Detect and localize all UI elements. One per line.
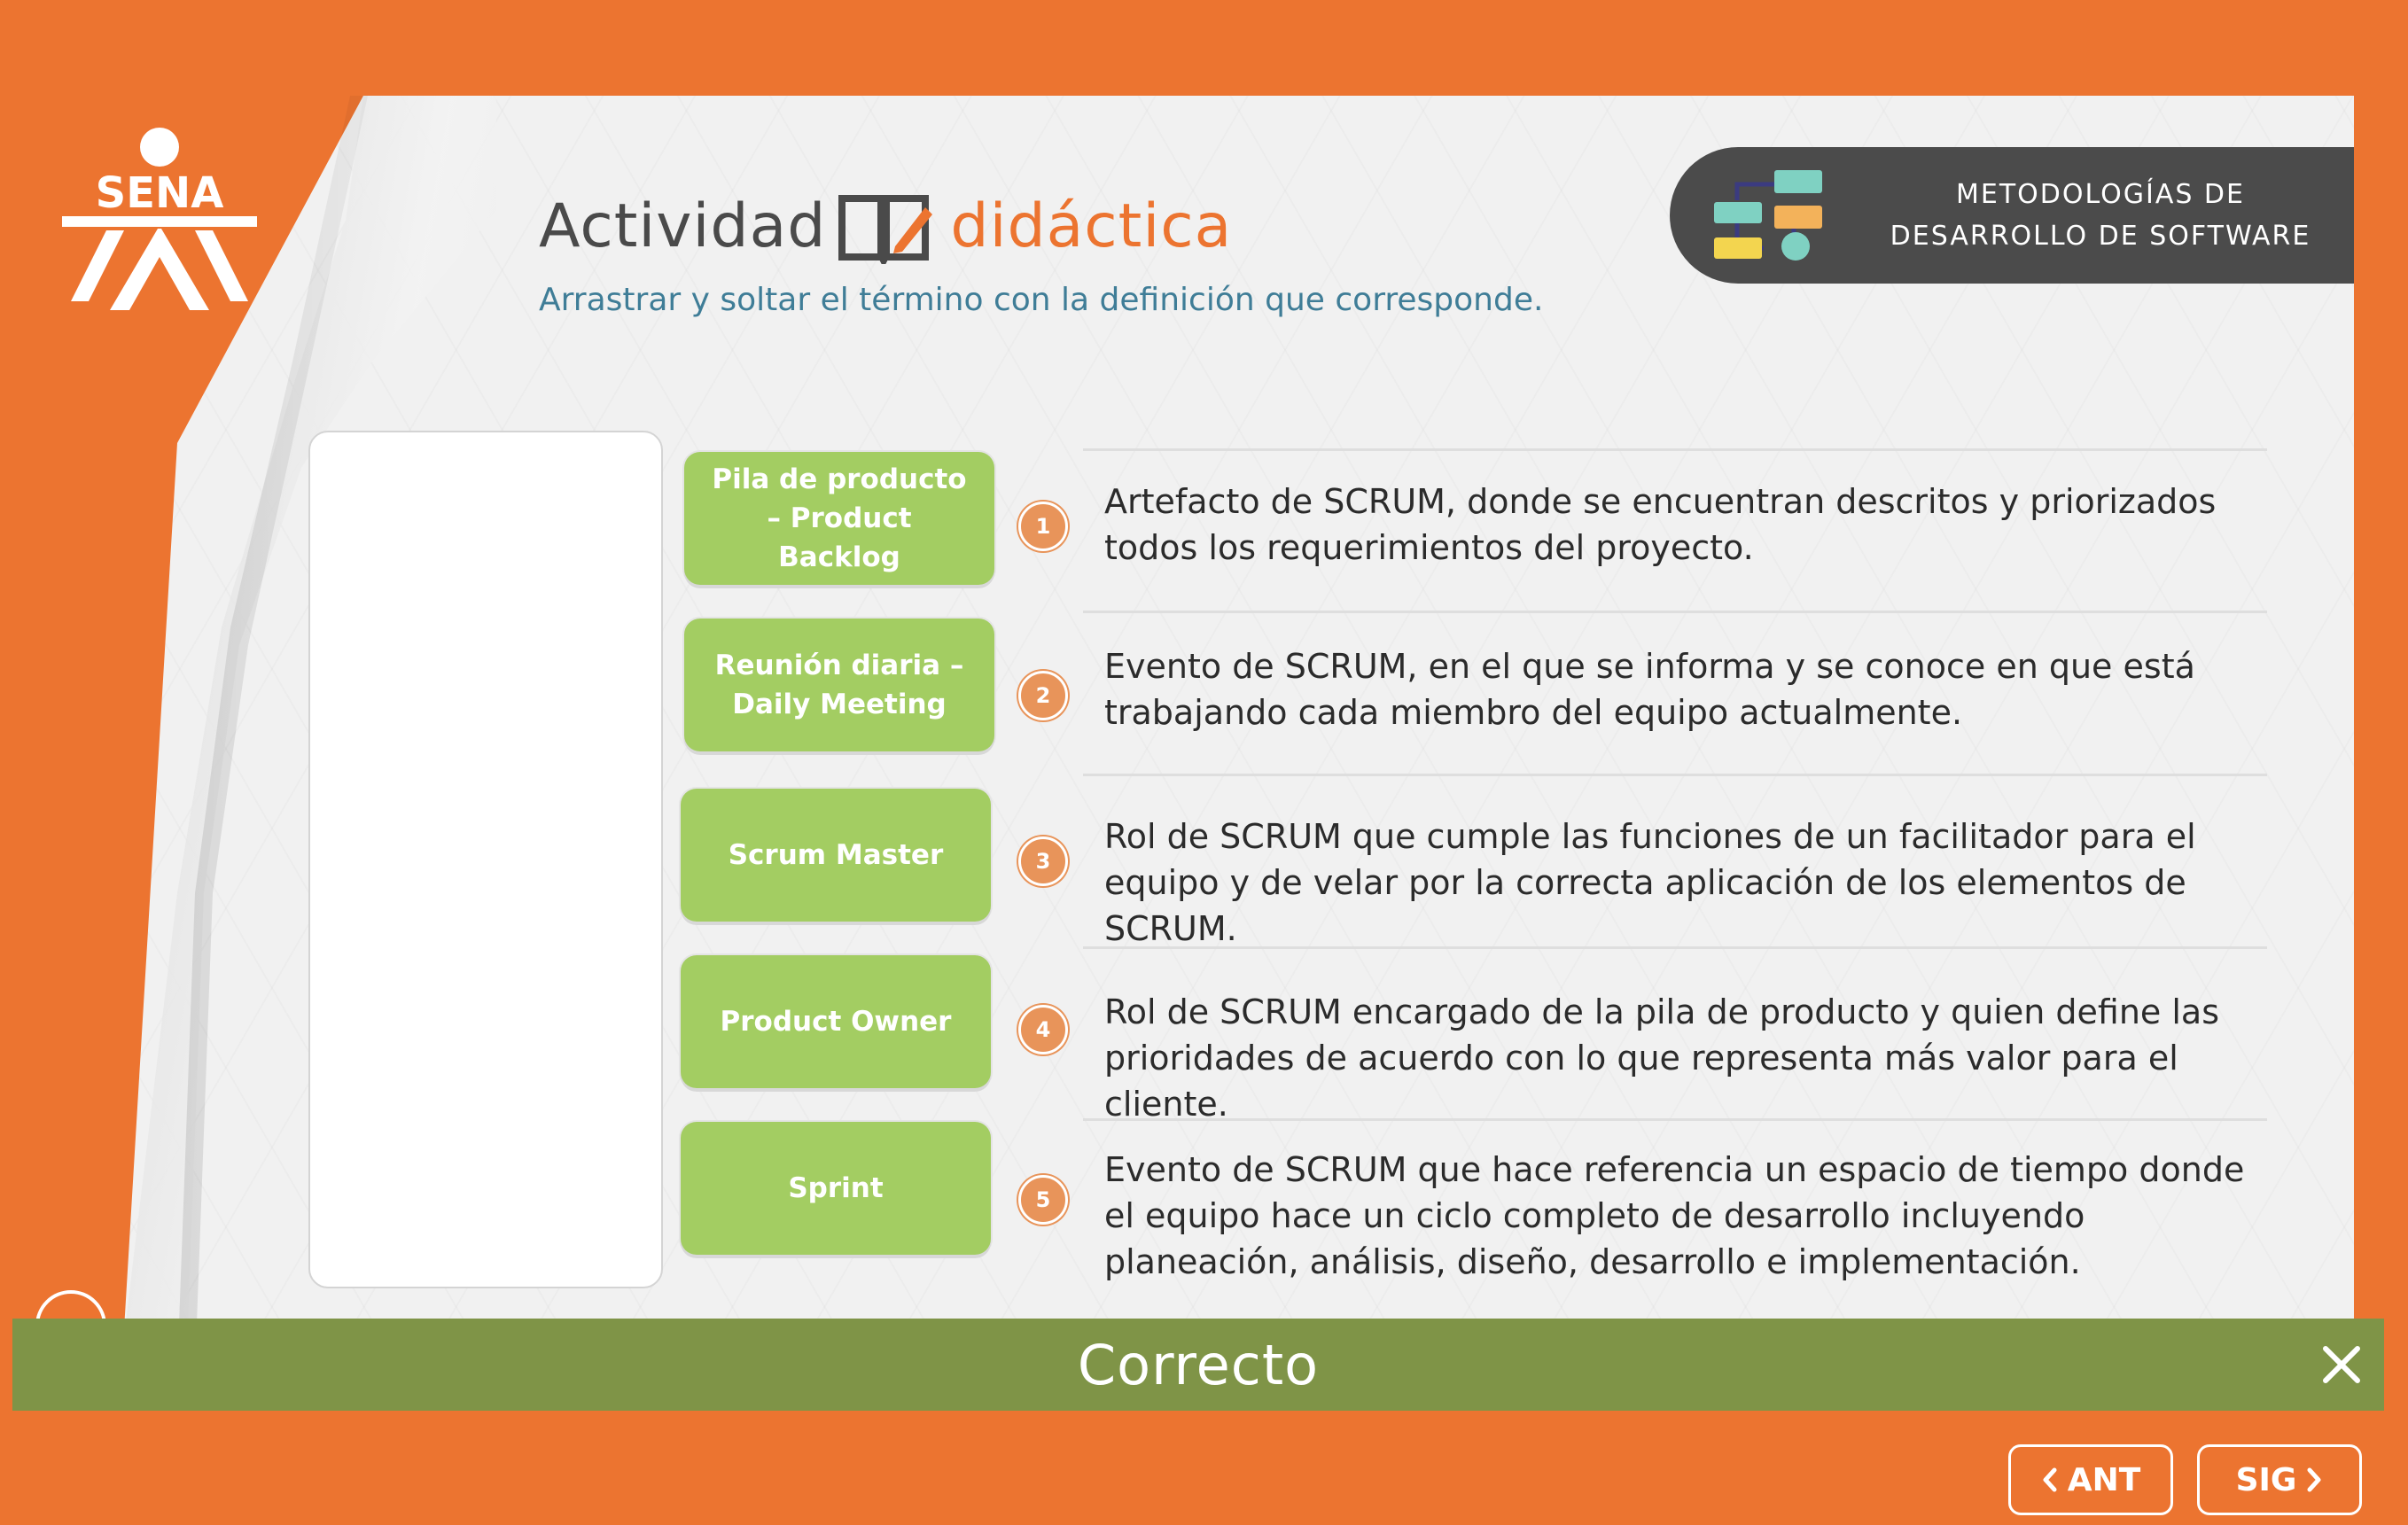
drop-zone[interactable] <box>308 431 663 1288</box>
term-card-sprint[interactable]: Sprint <box>681 1122 991 1255</box>
definition-text-1: Artefacto de SCRUM, donde se encuentran … <box>1104 482 2217 567</box>
term-card-product-backlog[interactable]: Pila de producto – Product Backlog <box>684 452 994 585</box>
chevron-left-icon <box>2043 1467 2057 1492</box>
definition-number-badge: 4 <box>1018 1005 1068 1054</box>
prev-button-label: ANT <box>2067 1461 2141 1498</box>
term-card-daily-meeting[interactable]: Reunión diaria – Daily Meeting <box>684 619 994 751</box>
open-book-pencil-icon <box>838 195 933 264</box>
definition-text-3: Rol de SCRUM que cumple las funciones de… <box>1104 817 2196 948</box>
next-button-label: SIG <box>2235 1461 2297 1498</box>
prev-button[interactable]: ANT <box>2008 1444 2173 1515</box>
term-card-scrum-master[interactable]: Scrum Master <box>681 789 991 922</box>
page-title: Actividad didáctica <box>539 177 1232 275</box>
row-divider <box>1083 774 2267 776</box>
definition-text-5: Evento de SCRUM que hace referencia un e… <box>1104 1150 2245 1281</box>
chevron-right-icon <box>2307 1467 2321 1492</box>
close-icon[interactable] <box>2317 1340 2366 1389</box>
course-name-line2: DESARROLLO DE SOFTWARE <box>1890 221 2311 252</box>
instructions-text: Arrastrar y soltar el término con la def… <box>539 282 1544 318</box>
next-button[interactable]: SIG <box>2197 1444 2362 1515</box>
title-actividad: Actividad <box>539 191 827 261</box>
definition-number-badge: 3 <box>1018 836 1068 886</box>
definition-text-4: Rol de SCRUM encargado de la pila de pro… <box>1104 992 2220 1124</box>
course-badge: METODOLOGÍAS DE DESARROLLO DE SOFTWARE <box>1670 147 2354 284</box>
course-name-line1: METODOLOGÍAS DE <box>1955 179 2245 210</box>
row-divider <box>1083 448 2267 451</box>
feedback-message: Correcto <box>1077 1332 1320 1397</box>
flowchart-icon <box>1714 170 1822 261</box>
row-divider <box>1083 611 2267 613</box>
sena-logo-text: SENA <box>96 168 224 218</box>
definition-number-badge: 2 <box>1018 671 1068 720</box>
definition-text-2: Evento de SCRUM, en el que se informa y … <box>1104 647 2195 732</box>
course-name: METODOLOGÍAS DE DESARROLLO DE SOFTWARE <box>1847 147 2354 284</box>
term-card-product-owner[interactable]: Product Owner <box>681 955 991 1088</box>
feedback-bar: Correcto <box>12 1319 2384 1411</box>
sena-logo: SENA <box>62 128 257 310</box>
definition-number-badge: 1 <box>1018 502 1068 551</box>
definition-number-badge: 5 <box>1018 1175 1068 1225</box>
title-didactica: didáctica <box>950 191 1233 261</box>
